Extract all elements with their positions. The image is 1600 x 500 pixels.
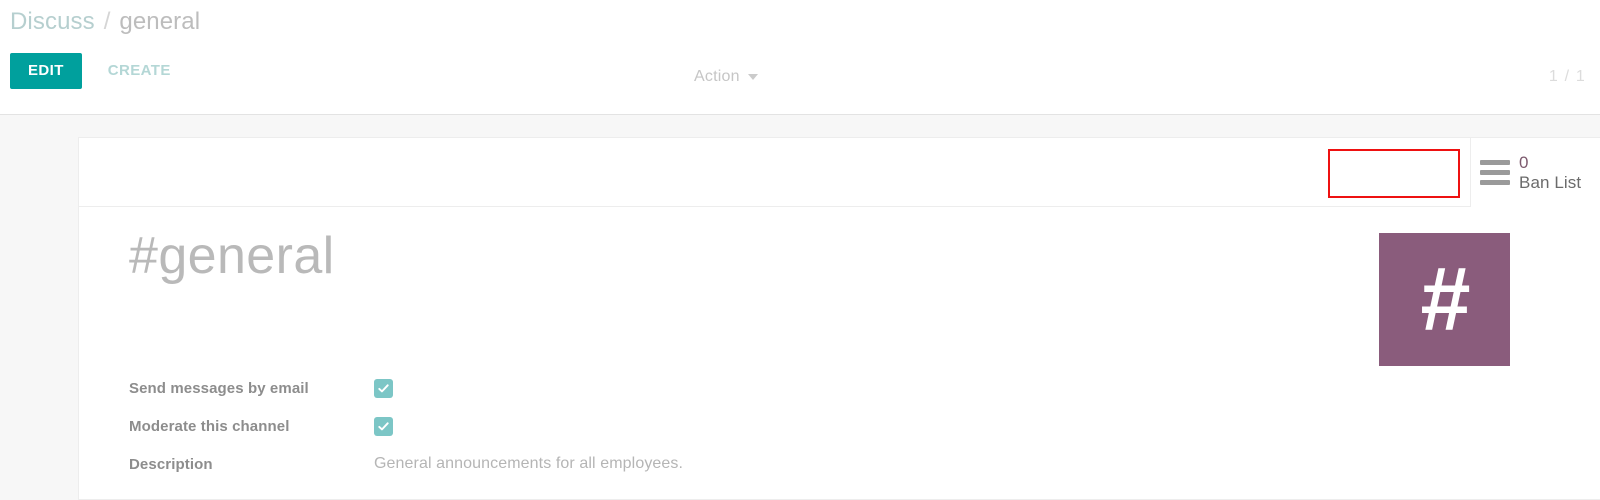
field-row-moderate-this-channel: Moderate this channel [129,407,1600,445]
breadcrumb: Discuss / general [0,0,1600,44]
button-box: 0 Ban List [79,138,1600,207]
edit-button[interactable]: EDIT [10,53,82,89]
form-sheet: #general # Send messages by email Modera… [79,207,1600,483]
breadcrumb-current: general [119,8,201,35]
hash-icon: # [1420,249,1470,350]
field-group: Send messages by email Moderate this cha… [79,325,1600,483]
field-value [374,378,393,398]
action-menu[interactable]: Action [694,68,758,86]
pager-value: 1 / 1 [1548,68,1586,85]
breadcrumb-root-link[interactable]: Discuss [10,8,95,36]
field-label: Moderate this channel [129,417,290,435]
bars-list-icon [1480,160,1510,185]
content-area: 0 Ban List #general # Send messages by e… [0,115,1600,500]
ban-list-stat-button[interactable]: 0 Ban List [1470,138,1600,207]
action-menu-label: Action [694,68,740,85]
chevron-down-icon [747,74,758,80]
field-value [374,416,393,436]
create-button[interactable]: CREATE [96,54,183,88]
control-panel-actions: EDIT CREATE [10,53,183,89]
annotation-highlight-rectangle [1328,149,1460,198]
channel-avatar[interactable]: # [1379,233,1510,366]
send-messages-by-email-checkbox[interactable] [374,378,393,398]
field-label: Send messages by email [129,379,309,397]
control-panel: EDIT CREATE Action 1 / 1 [0,44,1600,115]
odoo-form-view: Discuss / general EDIT CREATE Action 1 /… [0,0,1600,500]
breadcrumb-separator: / [103,8,111,35]
field-row-description: Description General announcements for al… [129,445,1600,483]
field-row-send-messages-by-email: Send messages by email [129,369,1600,407]
record-title-row: #general # [79,229,1600,366]
moderate-this-channel-checkbox[interactable] [374,416,393,436]
stat-button-text: 0 Ban List [1519,153,1581,192]
form-sheet-card: 0 Ban List #general # Send messages by e… [78,137,1600,500]
description-value[interactable]: General announcements for all employees. [374,455,683,473]
field-label: Description [129,455,213,473]
pager[interactable]: 1 / 1 [1549,68,1586,86]
ban-list-label: Ban List [1519,172,1582,192]
ban-list-count: 0 [1519,152,1529,172]
